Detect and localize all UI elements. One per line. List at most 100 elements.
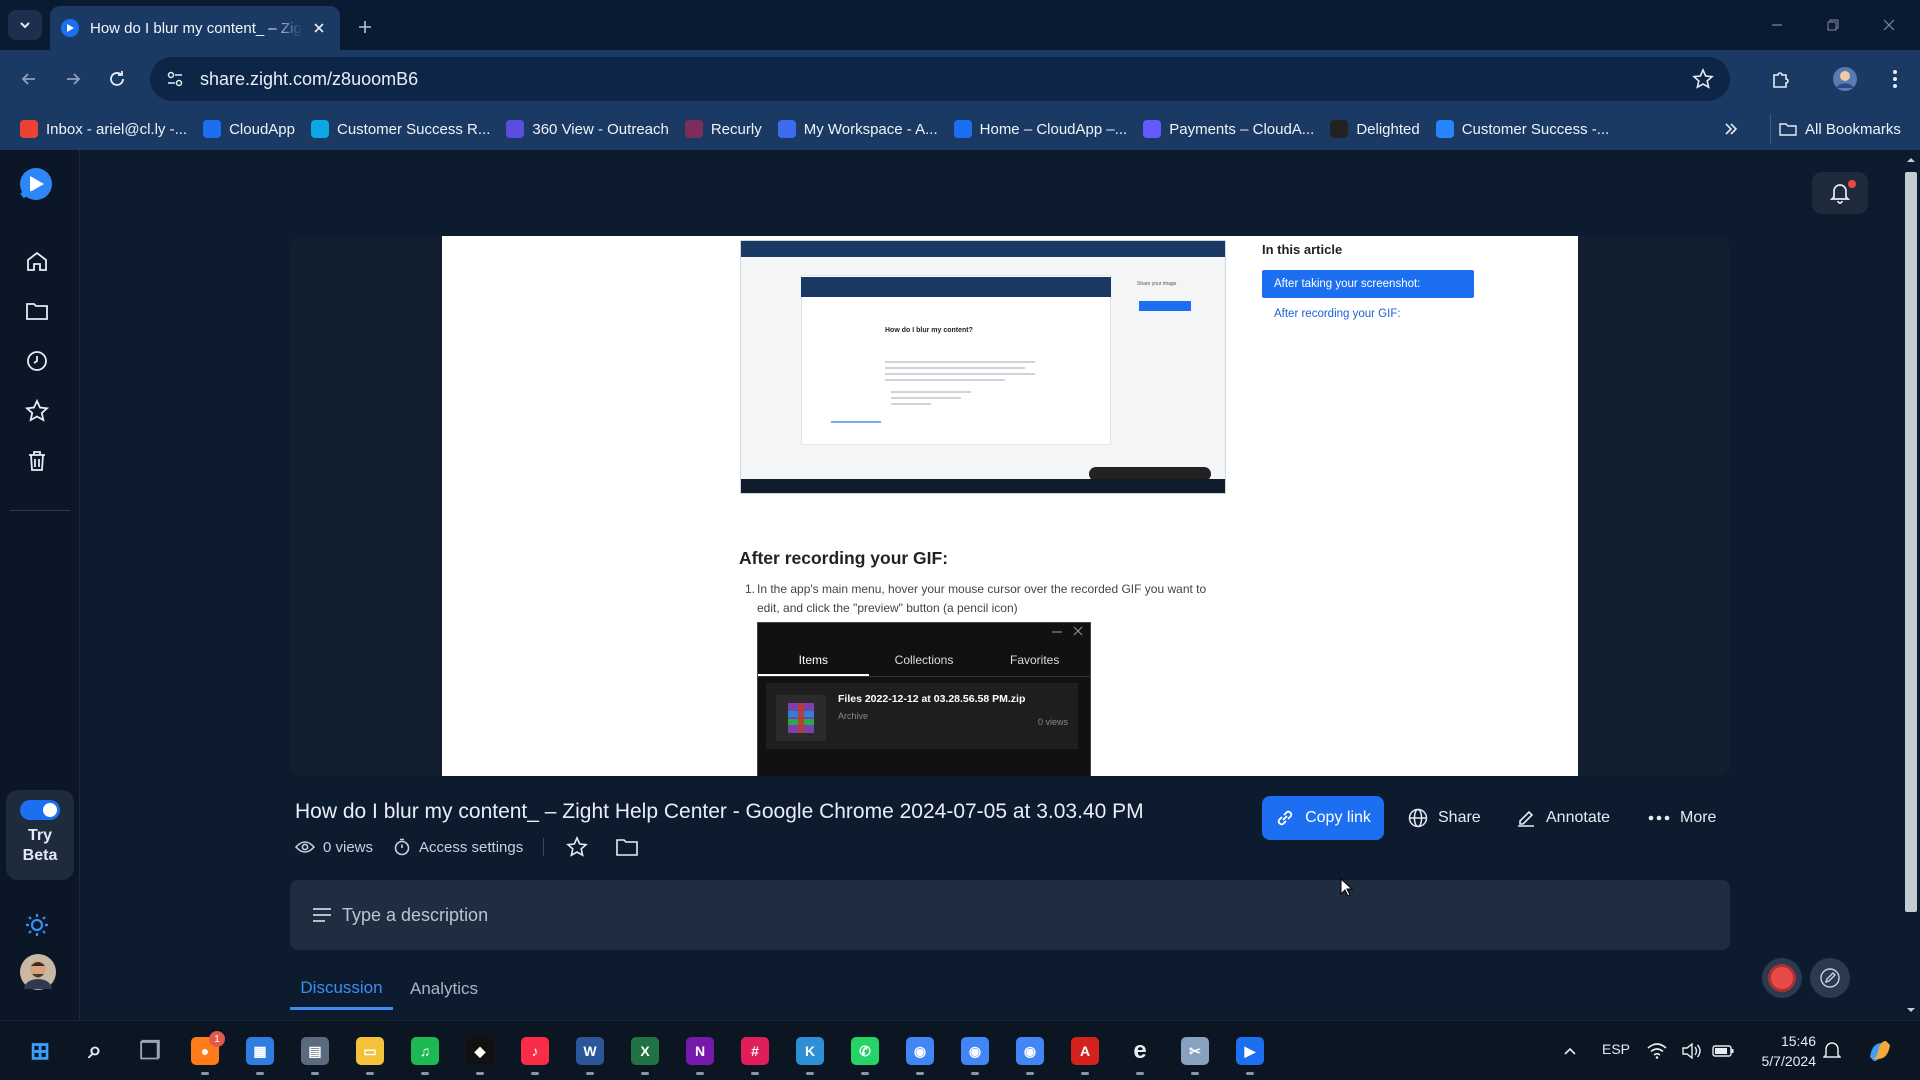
more-label: More (1680, 809, 1717, 826)
try-beta-toggle[interactable]: Try Beta (6, 790, 74, 880)
firefox-icon[interactable]: ● 1 (185, 1031, 225, 1075)
star-icon[interactable] (20, 394, 54, 428)
home-icon[interactable] (20, 244, 54, 278)
snipping-tool-icon[interactable]: ✂ (1175, 1031, 1215, 1075)
tab-discussion[interactable]: Discussion (290, 968, 393, 1010)
zight-icon[interactable]: ▶ (1230, 1031, 1270, 1075)
bookmark-item[interactable]: Delighted (1324, 114, 1429, 144)
slack-icon[interactable]: # (735, 1031, 775, 1075)
trash-icon[interactable] (20, 444, 54, 478)
windows-start-icon[interactable]: ⊞ (20, 1031, 60, 1071)
volume-icon[interactable] (1676, 1031, 1706, 1071)
task-view-icon[interactable]: ❐ (130, 1031, 170, 1071)
tab-analytics[interactable]: Analytics (410, 968, 478, 1010)
edge-icon[interactable]: e (1120, 1031, 1160, 1075)
word-icon[interactable]: W (570, 1031, 610, 1075)
item-meta: 0 views Access settings (295, 836, 666, 858)
scrollbar-thumb[interactable] (1905, 172, 1917, 912)
bookmark-item[interactable]: Customer Success -... (1430, 114, 1620, 144)
search-icon[interactable]: ⌕ (75, 1031, 115, 1071)
all-bookmarks-button[interactable]: All Bookmarks (1770, 114, 1901, 144)
extensions-button[interactable] (1766, 64, 1796, 94)
store-icon[interactable]: ▦ (240, 1031, 280, 1075)
puzzle-icon (1773, 72, 1789, 88)
acrobat-icon[interactable]: A (1065, 1031, 1105, 1075)
minimize-button[interactable] (1754, 10, 1800, 40)
chrome-menu-button[interactable] (1880, 64, 1910, 94)
eye-icon (295, 841, 315, 853)
excel-icon[interactable]: X (625, 1031, 665, 1075)
clock-icon[interactable] (20, 344, 54, 378)
copy-link-button[interactable]: Copy link (1262, 796, 1384, 840)
spotify-icon[interactable]: ♫ (405, 1031, 445, 1075)
restore-button[interactable] (1810, 10, 1856, 40)
close-tab-icon[interactable] (308, 17, 330, 39)
chrome-profile-3-icon[interactable]: ◉ (1010, 1031, 1050, 1075)
wifi-icon[interactable] (1642, 1031, 1672, 1071)
share-button[interactable]: Share (1408, 796, 1481, 840)
notifications-button[interactable] (1812, 172, 1868, 214)
screenshot-image[interactable]: How do I blur my content? Share your ima… (442, 236, 1578, 776)
views-label: 0 views (323, 838, 374, 856)
app-tab-collections: Collections (894, 653, 954, 667)
browser-tab[interactable]: How do I blur my content_ – Zight Help C… (50, 6, 340, 50)
input-language[interactable]: ESP (1602, 1041, 1630, 1057)
item-title[interactable]: How do I blur my content_ – Zight Help C… (295, 800, 1144, 824)
bookmarks-overflow-button[interactable] (1716, 114, 1746, 144)
back-button[interactable] (14, 64, 44, 94)
folder-icon[interactable] (20, 294, 54, 328)
record-button[interactable] (1762, 958, 1802, 998)
bookmark-star-icon[interactable] (1692, 68, 1714, 90)
apple-music-icon[interactable]: ♪ (515, 1031, 555, 1075)
more-button[interactable]: More (1648, 796, 1716, 840)
favorite-button[interactable] (566, 836, 596, 858)
toc-item-after-screenshot[interactable]: After taking your screenshot: (1262, 270, 1474, 298)
toc-title: In this article (1262, 242, 1343, 257)
draw-button[interactable] (1810, 958, 1850, 998)
file-type: Archive (838, 711, 869, 721)
access-settings[interactable]: Access settings (393, 838, 523, 856)
bookmark-item[interactable]: Home – CloudApp –... (948, 114, 1138, 144)
kodi-icon[interactable]: K (790, 1031, 830, 1075)
calculator-icon[interactable]: ▤ (295, 1031, 335, 1075)
description-input[interactable]: Type a description (290, 880, 1730, 950)
theme-toggle-icon[interactable] (20, 908, 54, 942)
bookmark-item[interactable]: Inbox - ariel@cl.ly -... (14, 114, 197, 144)
profile-button[interactable] (1830, 64, 1860, 94)
bookmark-item[interactable]: Payments – CloudA... (1137, 114, 1324, 144)
zight-logo-icon[interactable] (16, 164, 56, 204)
close-window-button[interactable] (1866, 10, 1912, 40)
chrome-icon[interactable]: ◉ (900, 1031, 940, 1075)
tab-search-button[interactable] (8, 10, 42, 40)
bookmark-item[interactable]: My Workspace - A... (772, 114, 948, 144)
whatsapp-icon[interactable]: ✆ (845, 1031, 885, 1075)
close-icon (1883, 19, 1895, 31)
annotate-button[interactable]: Annotate (1516, 796, 1610, 840)
chrome-profile-2-icon[interactable]: ◉ (955, 1031, 995, 1075)
forward-button[interactable] (58, 64, 88, 94)
address-bar[interactable]: share.zight.com/z8uoomB6 (150, 57, 1730, 101)
tray-overflow-icon[interactable] (1550, 1031, 1590, 1071)
site-settings-icon[interactable] (166, 70, 184, 88)
new-tab-button[interactable] (352, 14, 378, 40)
user-avatar[interactable] (18, 952, 58, 992)
bookmark-item[interactable]: CloudApp (197, 114, 305, 144)
scroll-down-icon (1907, 1008, 1915, 1012)
cloudapp-doc-icon (953, 120, 972, 138)
bookmark-item[interactable]: 360 View - Outreach (500, 114, 678, 144)
notification-center-icon[interactable] (1816, 1031, 1848, 1071)
beta-switch[interactable] (20, 800, 60, 820)
add-to-folder-button[interactable] (616, 837, 646, 857)
file-explorer-icon[interactable]: ▭ (350, 1031, 390, 1075)
onenote-icon[interactable]: N (680, 1031, 720, 1075)
system-clock[interactable]: 15:46 5/7/2024 (1752, 1031, 1817, 1071)
battery-icon[interactable] (1708, 1031, 1738, 1071)
reload-button[interactable] (102, 64, 132, 94)
outreach-icon (506, 120, 525, 138)
copilot-icon[interactable] (1860, 1031, 1900, 1071)
tidal-icon[interactable]: ◆ (460, 1031, 500, 1075)
bookmark-item[interactable]: Customer Success R... (305, 114, 500, 144)
notification-dot (1848, 180, 1856, 188)
toc-item-after-gif[interactable]: After recording your GIF: (1274, 308, 1401, 320)
bookmark-item[interactable]: Recurly (679, 114, 772, 144)
